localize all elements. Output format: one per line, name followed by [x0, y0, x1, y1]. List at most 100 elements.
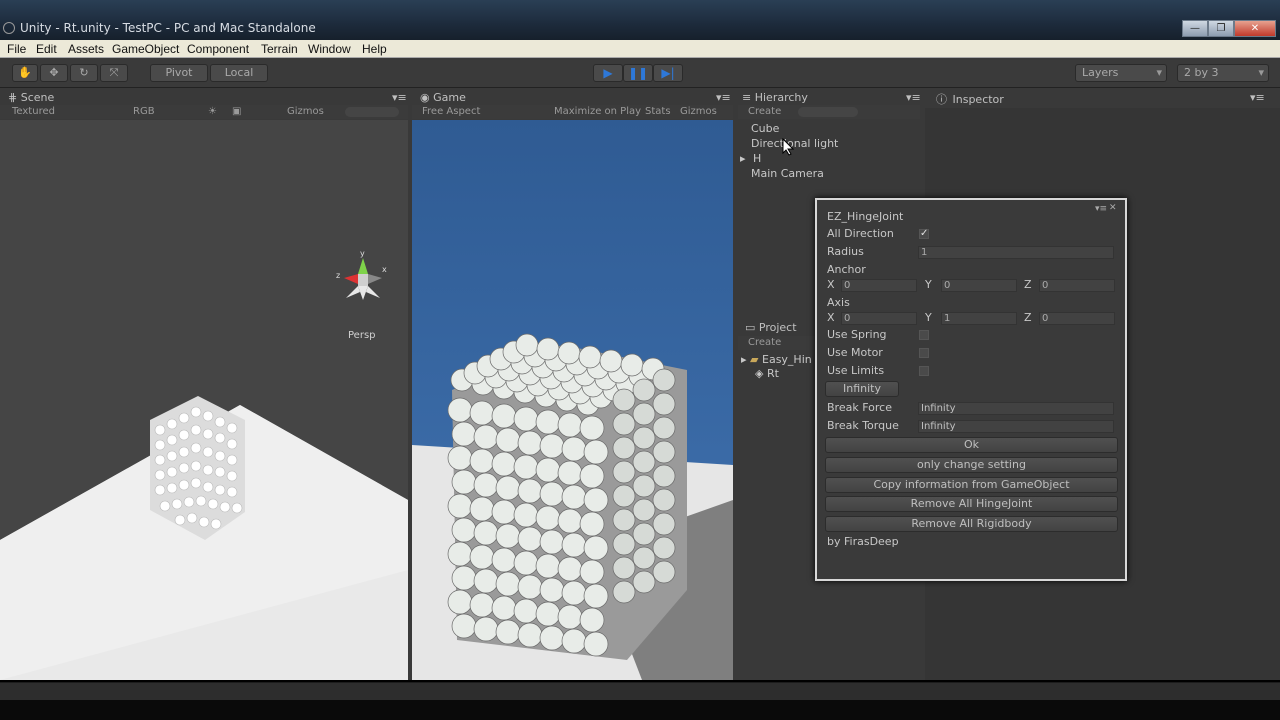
project-create-button[interactable]: Create	[748, 337, 781, 348]
axis-y-field[interactable]: 1	[941, 312, 1017, 325]
all-direction-checkbox[interactable]: ✓	[919, 229, 929, 239]
scene-view[interactable]: y z x Persp	[0, 120, 408, 680]
sphere	[491, 595, 517, 621]
sphere	[652, 536, 676, 560]
menu-window[interactable]: Window	[308, 42, 351, 56]
close-icon[interactable]: ✕	[1234, 20, 1276, 37]
sphere	[447, 397, 473, 423]
radius-label: Radius	[827, 245, 864, 258]
sphere	[612, 460, 636, 484]
copy-from-gameobject-button[interactable]: Copy information from GameObject	[825, 477, 1118, 493]
menu-edit[interactable]: Edit	[36, 42, 57, 56]
stats-toggle[interactable]: Stats	[645, 106, 671, 117]
project-item-rt[interactable]: ◈ Rt	[755, 367, 779, 380]
axis-x-field[interactable]: 0	[841, 312, 917, 325]
sphere	[539, 433, 565, 459]
hand-tool-icon[interactable]: ✋	[12, 64, 38, 82]
play-icon[interactable]: ▶	[593, 64, 623, 82]
sphere	[495, 523, 521, 549]
sphere	[632, 570, 656, 594]
game-gizmos-dropdown[interactable]: Gizmos	[680, 106, 717, 117]
sphere	[535, 457, 561, 483]
pause-icon[interactable]: ❚❚	[623, 64, 653, 82]
scene-axis-gizmo[interactable]: y z x	[336, 250, 391, 310]
menu-terrain[interactable]: Terrain	[261, 42, 298, 56]
aspect-dropdown[interactable]: Free Aspect	[422, 106, 480, 117]
sphere	[612, 436, 636, 460]
title-bar: Unity - Rt.unity - TestPC - PC and Mac S…	[0, 0, 1280, 40]
tab-project[interactable]: ▭ Project	[745, 321, 797, 337]
anchor-x-field[interactable]: 0	[841, 279, 917, 292]
hierarchy-search-input[interactable]	[798, 107, 858, 117]
hierarchy-create-button[interactable]: Create	[748, 106, 781, 117]
menu-gameobject[interactable]: GameObject	[112, 42, 179, 56]
maximize-on-play-toggle[interactable]: Maximize on Play	[554, 106, 641, 117]
remove-all-hingejoint-button[interactable]: Remove All HingeJoint	[825, 496, 1118, 512]
pivot-toggle[interactable]: Pivot	[150, 64, 208, 82]
tab-inspector[interactable]: ⓘ Inspector	[936, 91, 1004, 107]
layout-dropdown[interactable]: 2 by 3	[1177, 64, 1269, 82]
all-direction-label: All Direction	[827, 227, 894, 240]
hierarchy-item-h[interactable]: ▸ H	[740, 152, 761, 165]
use-spring-checkbox[interactable]	[919, 330, 929, 340]
ok-button[interactable]: Ok	[825, 437, 1118, 453]
sphere	[561, 532, 587, 558]
expand-arrow-icon[interactable]: ▸	[741, 353, 747, 366]
sphere	[632, 474, 656, 498]
sphere	[579, 607, 605, 633]
menu-assets[interactable]: Assets	[68, 42, 104, 56]
hierarchy-item-directional-light[interactable]: Directional light	[751, 137, 838, 150]
anchor-y-field[interactable]: 0	[941, 279, 1017, 292]
move-tool-icon[interactable]: ✥	[40, 64, 68, 82]
sphere	[469, 544, 495, 570]
axis-z-field[interactable]: 0	[1039, 312, 1115, 325]
render-mode-dropdown[interactable]: RGB	[133, 106, 155, 117]
anchor-z-field[interactable]: 0	[1039, 279, 1115, 292]
perspective-label[interactable]: Persp	[348, 330, 376, 341]
sphere	[451, 421, 477, 447]
local-toggle[interactable]: Local	[210, 64, 268, 82]
break-torque-field[interactable]: Infinity	[918, 420, 1114, 433]
maximize-icon[interactable]: ❐	[1208, 20, 1234, 37]
sphere	[652, 392, 676, 416]
use-limits-checkbox[interactable]	[919, 366, 929, 376]
sphere	[578, 345, 602, 369]
minimize-icon[interactable]: —	[1182, 20, 1208, 37]
ez-window-close-icon[interactable]: ✕	[1109, 203, 1117, 213]
infinity-button[interactable]: Infinity	[825, 381, 899, 397]
remove-all-rigidbody-button[interactable]: Remove All Rigidbody	[825, 516, 1118, 532]
sphere	[517, 478, 543, 504]
project-item-easy-hin[interactable]: ▸ ▰ Easy_Hin	[741, 353, 812, 366]
scene-search-input[interactable]	[345, 107, 399, 117]
layers-dropdown[interactable]: Layers	[1075, 64, 1167, 82]
scene-gizmos-dropdown[interactable]: Gizmos	[287, 106, 324, 117]
ez-window-menu-icon[interactable]: ▾≡	[1095, 204, 1107, 214]
scene-image-toggle-icon[interactable]: ▣	[232, 106, 241, 117]
hierarchy-item-main-camera[interactable]: Main Camera	[751, 167, 824, 180]
menu-component[interactable]: Component	[187, 42, 249, 56]
anchor-label: Anchor	[827, 263, 866, 276]
axis-z-label: Z	[1024, 311, 1032, 324]
expand-arrow-icon[interactable]: ▸	[740, 152, 746, 165]
sphere	[579, 511, 605, 537]
use-motor-checkbox[interactable]	[919, 348, 929, 358]
break-force-field[interactable]: Infinity	[918, 402, 1114, 415]
scale-tool-icon[interactable]: ⤧	[100, 64, 128, 82]
menu-help[interactable]: Help	[362, 42, 387, 56]
only-change-setting-button[interactable]: only change setting	[825, 457, 1118, 473]
sphere	[652, 488, 676, 512]
rotate-tool-icon[interactable]: ↻	[70, 64, 98, 82]
sphere	[652, 512, 676, 536]
game-view[interactable]	[412, 120, 733, 680]
sphere	[451, 469, 477, 495]
menu-file[interactable]: File	[7, 42, 26, 56]
step-icon[interactable]: ▶|	[653, 64, 683, 82]
project-item-rt-label: Rt	[766, 367, 779, 380]
shading-dropdown[interactable]: Textured	[12, 106, 55, 117]
sphere	[599, 349, 623, 373]
hierarchy-item-cube[interactable]: Cube	[751, 122, 779, 135]
sphere	[513, 550, 539, 576]
lighting-toggle-icon[interactable]: ☀	[208, 106, 217, 117]
inspector-menu-icon[interactable]: ▾≡	[1250, 91, 1265, 107]
radius-field[interactable]: 1	[918, 246, 1114, 259]
